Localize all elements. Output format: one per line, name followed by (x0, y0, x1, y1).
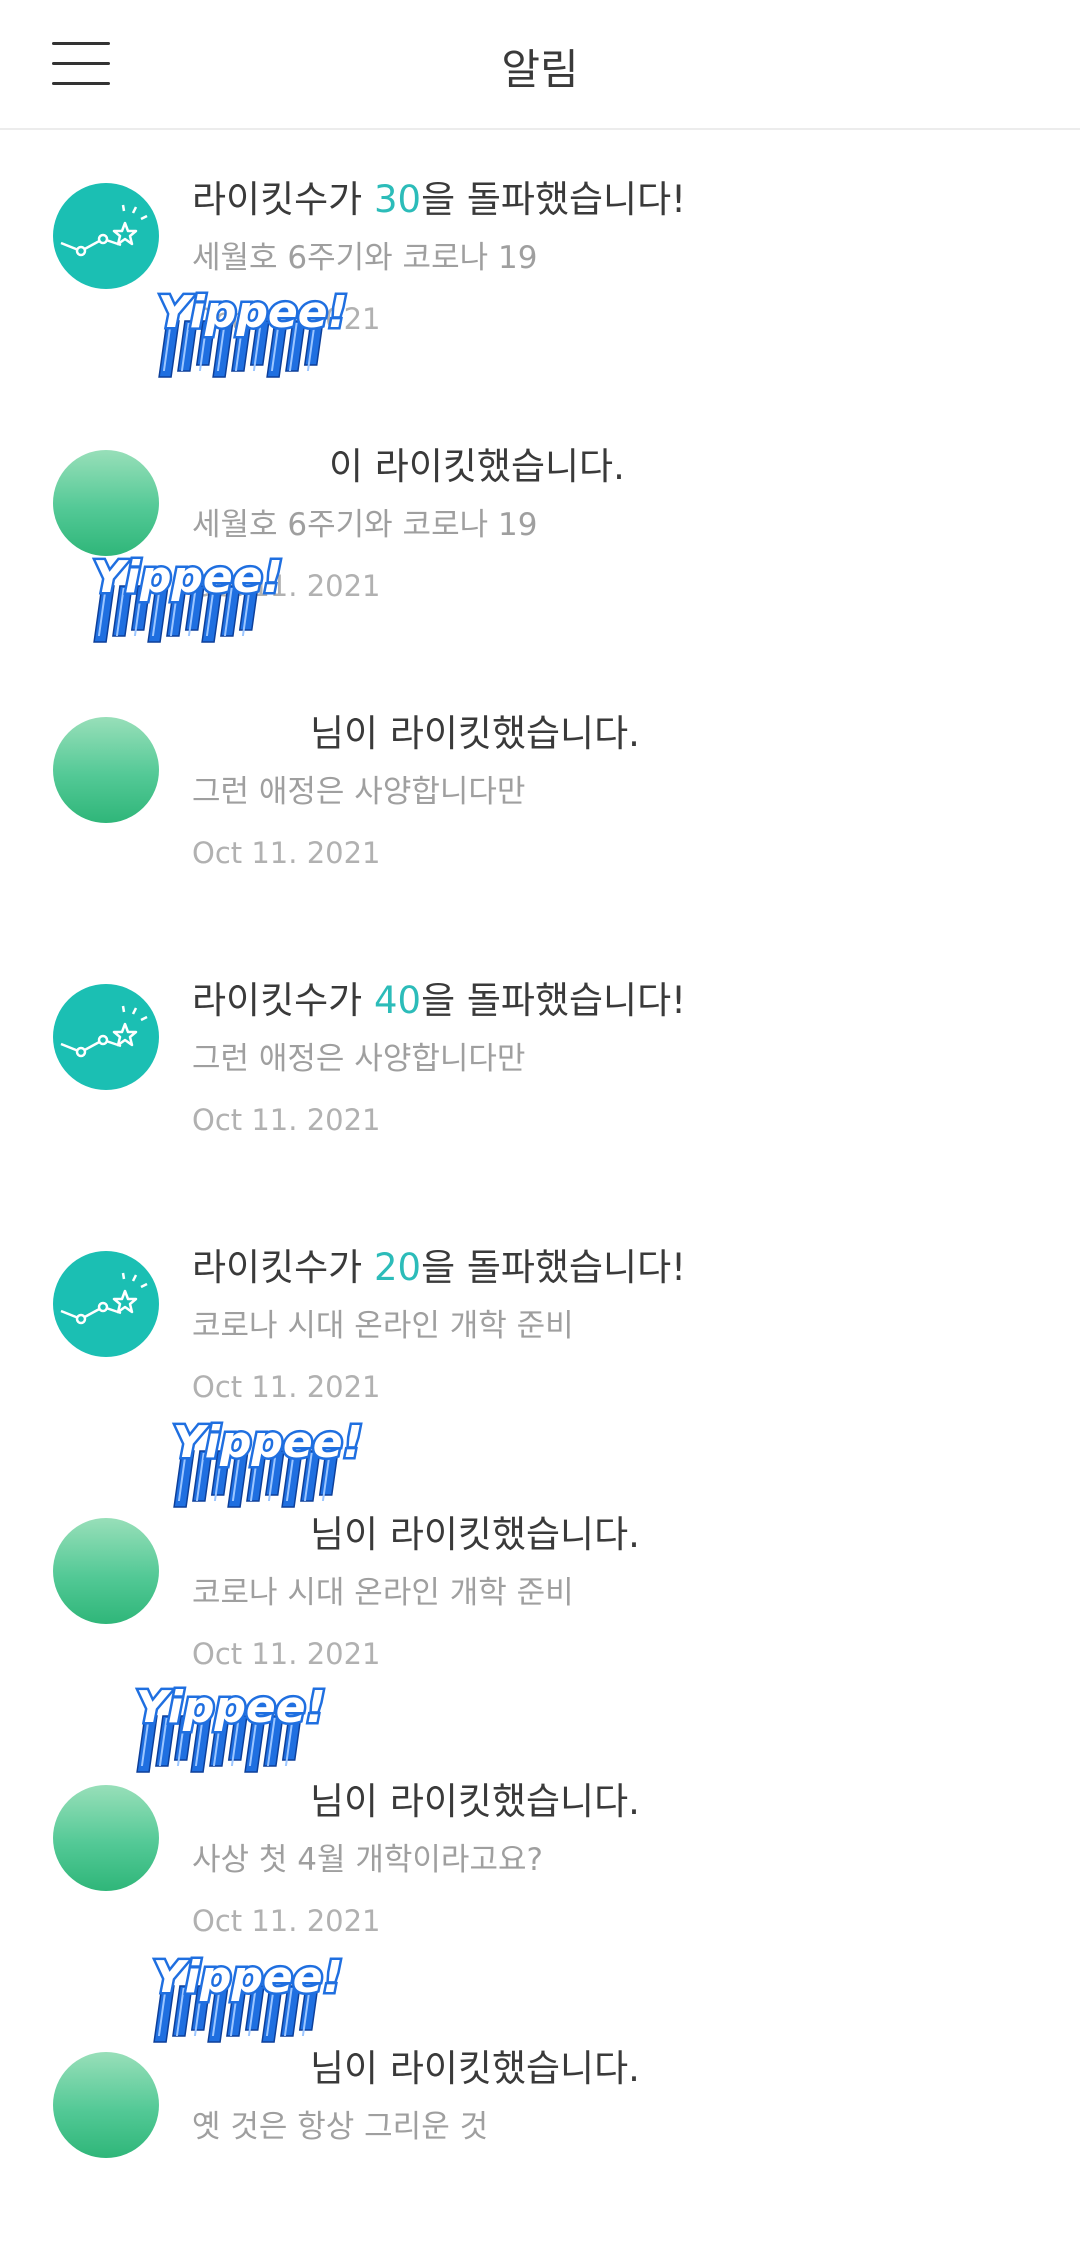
message-prefix: 라이킷수가 (192, 178, 374, 221)
notification-text: 라이킷수가 20을 돌파했습니다! 코로나 시대 온라인 개학 준비 Oct 11.… (192, 1244, 1040, 1406)
like-count-number: 40 (373, 979, 422, 1022)
notification-message: 라이킷수가 20을 돌파했습니다! (192, 1244, 1040, 1292)
post-title: 그런 애정은 사양합니다만 (192, 774, 526, 810)
notification-date: Oct 11. 2021 (192, 302, 381, 336)
post-title: 코로나 시대 온라인 개학 준비 (192, 1308, 574, 1344)
notification-date: Oct 11. 2021 (192, 1103, 381, 1137)
notification-item[interactable]: 이 라이킷했습니다. 세월호 6주기와 코로나 19 Oct 11. 2021 (0, 397, 1080, 664)
notification-date: Oct 11. 2021 (192, 1637, 381, 1671)
message-prefix: 라이킷수가 (192, 979, 374, 1022)
notification-message: 라이킷수가 30을 돌파했습니다! (192, 176, 1040, 224)
notification-message: 이 라이킷했습니다. (192, 443, 1040, 491)
user-avatar (53, 2052, 159, 2158)
notification-message: 님이 라이킷했습니다. (192, 2045, 1040, 2093)
trend-star-icon (60, 1272, 148, 1325)
notification-message: 라이킷수가 40을 돌파했습니다! (192, 977, 1040, 1025)
like-count-number: 30 (373, 178, 422, 221)
notification-text: 님이 라이킷했습니다. 그런 애정은 사양합니다만 Oct 11. 2021 (192, 710, 1040, 872)
post-title: 코로나 시대 온라인 개학 준비 (192, 1575, 574, 1611)
notification-text: 라이킷수가 40을 돌파했습니다! 그런 애정은 사양합니다만 Oct 11. 20… (192, 977, 1040, 1139)
milestone-avatar (53, 984, 159, 1090)
notification-text: 님이 라이킷했습니다. 코로나 시대 온라인 개학 준비 Oct 11. 2021 (192, 1511, 1040, 1673)
notification-item[interactable]: 님이 라이킷했습니다. 그런 애정은 사양합니다만 Oct 11. 2021 (0, 664, 1080, 931)
notification-date: Oct 11. 2021 (192, 836, 381, 870)
notification-message: 님이 라이킷했습니다. (192, 1778, 1040, 1826)
notification-item[interactable]: 라이킷수가 40을 돌파했습니다! 그런 애정은 사양합니다만 Oct 11. 20… (0, 931, 1080, 1198)
notification-text: 님이 라이킷했습니다. 사상 첫 4월 개학이라고요? Oct 11. 2021 (192, 1778, 1040, 1940)
page-title: 알림 (501, 45, 579, 94)
like-count-number: 20 (373, 1246, 422, 1289)
notification-item[interactable]: 님이 라이킷했습니다. 코로나 시대 온라인 개학 준비 Oct 11. 2021 (0, 1465, 1080, 1732)
notification-date: Oct 11. 2021 (192, 569, 381, 603)
app-header: 알림 (0, 0, 1080, 130)
notification-item[interactable]: 라이킷수가 30을 돌파했습니다! 세월호 6주기와 코로나 19 Oct 11. … (0, 130, 1080, 397)
notification-item[interactable]: 님이 라이킷했습니다. 옛 것은 항상 그리운 것 (0, 1999, 1080, 2266)
notification-text: 님이 라이킷했습니다. 옛 것은 항상 그리운 것 (192, 2045, 1040, 2147)
milestone-avatar (53, 183, 159, 289)
notification-text: 라이킷수가 30을 돌파했습니다! 세월호 6주기와 코로나 19 Oct 11. … (192, 176, 1040, 338)
user-avatar (53, 1518, 159, 1624)
post-title: 그런 애정은 사양합니다만 (192, 1041, 526, 1077)
like-message: 님이 라이킷했습니다. (310, 1513, 640, 1556)
user-avatar (53, 717, 159, 823)
notification-date: Oct 11. 2021 (192, 1904, 381, 1938)
message-suffix: 을 돌파했습니다! (421, 979, 686, 1022)
notification-item[interactable]: 님이 라이킷했습니다. 사상 첫 4월 개학이라고요? Oct 11. 2021 (0, 1732, 1080, 1999)
message-suffix: 을 돌파했습니다! (421, 178, 686, 221)
trend-star-icon (60, 204, 148, 257)
message-prefix: 라이킷수가 (192, 1246, 374, 1289)
like-message: 님이 라이킷했습니다. (310, 712, 640, 755)
post-title: 옛 것은 항상 그리운 것 (192, 2109, 489, 2145)
post-title: 세월호 6주기와 코로나 19 (192, 507, 538, 543)
notification-message: 님이 라이킷했습니다. (192, 1511, 1040, 1559)
notification-date: Oct 11. 2021 (192, 1370, 381, 1404)
message-suffix: 을 돌파했습니다! (421, 1246, 686, 1289)
trend-star-icon (60, 1005, 148, 1058)
post-title: 사상 첫 4월 개학이라고요? (192, 1842, 543, 1878)
milestone-avatar (53, 1251, 159, 1357)
post-title: 세월호 6주기와 코로나 19 (192, 240, 538, 276)
user-avatar (53, 1785, 159, 1891)
user-avatar (53, 450, 159, 556)
like-message: 이 라이킷했습니다. (329, 445, 625, 488)
like-message: 님이 라이킷했습니다. (310, 2047, 640, 2090)
notification-text: 이 라이킷했습니다. 세월호 6주기와 코로나 19 Oct 11. 2021 (192, 443, 1040, 605)
notification-item[interactable]: 라이킷수가 20을 돌파했습니다! 코로나 시대 온라인 개학 준비 Oct 11.… (0, 1198, 1080, 1465)
like-message: 님이 라이킷했습니다. (310, 1780, 640, 1823)
notification-message: 님이 라이킷했습니다. (192, 710, 1040, 758)
